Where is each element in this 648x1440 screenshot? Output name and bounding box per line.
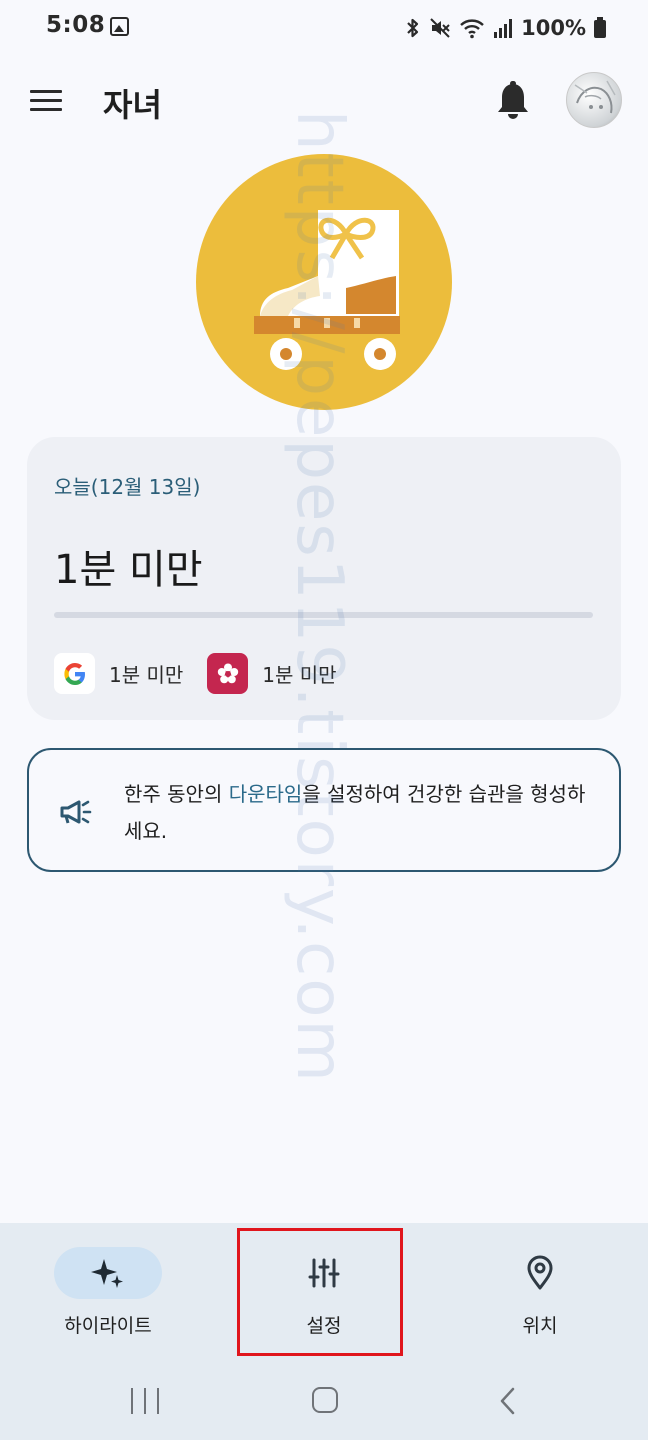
tip-text: 한주 동안의 다운타임을 설정하여 건강한 습관을 형성하세요. xyxy=(124,776,598,850)
sparkle-icon xyxy=(91,1259,123,1288)
status-bar: 5:08 100% xyxy=(0,0,648,56)
battery-icon xyxy=(594,17,606,38)
wifi-icon xyxy=(460,19,484,39)
avatar-image xyxy=(574,80,616,114)
nav-pill-active xyxy=(54,1247,162,1299)
app-usage-time: 1분 미만 xyxy=(262,663,337,687)
tip-prefix: 한주 동안의 xyxy=(124,782,229,806)
status-time: 5:08 xyxy=(46,12,106,38)
bell-icon xyxy=(498,81,528,119)
roller-skate-icon xyxy=(196,154,452,410)
nav-location[interactable]: 위치 xyxy=(432,1247,648,1357)
gallery-notification-icon xyxy=(110,17,129,36)
bluetooth-icon xyxy=(407,18,419,38)
usage-total: 1분 미만 xyxy=(54,547,203,593)
usage-card[interactable]: 오늘(12월 13일) 1분 미만 1분 미만 1분 미만 xyxy=(27,437,621,720)
nav-pill xyxy=(270,1247,378,1299)
location-pin-icon xyxy=(527,1255,553,1290)
app-usage-google[interactable]: 1분 미만 xyxy=(54,653,183,694)
downtime-link[interactable]: 다운타임 xyxy=(229,782,303,806)
status-icons: 100% xyxy=(405,14,606,42)
app-bar: 자녀 xyxy=(0,66,648,138)
megaphone-icon xyxy=(60,800,92,824)
app-usage-time: 1분 미만 xyxy=(109,663,184,687)
page-title: 자녀 xyxy=(103,86,162,124)
nav-highlights[interactable]: 하이라이트 xyxy=(0,1247,216,1357)
nav-label: 하이라이트 xyxy=(64,1315,152,1337)
flower-icon xyxy=(207,653,249,694)
avatar[interactable] xyxy=(566,72,622,128)
nav-label: 위치 xyxy=(522,1315,558,1337)
usage-progress-bar xyxy=(54,612,593,618)
usage-apps: 1분 미만 1분 미만 xyxy=(54,653,337,694)
recents-button[interactable] xyxy=(131,1388,159,1416)
sliders-icon xyxy=(308,1258,340,1288)
app-usage-flower[interactable]: 1분 미만 xyxy=(207,653,337,694)
nav-label: 설정 xyxy=(306,1315,342,1337)
notifications-button[interactable] xyxy=(494,80,532,120)
google-icon xyxy=(54,653,95,694)
menu-button[interactable] xyxy=(28,84,64,118)
hero-illustration xyxy=(196,154,452,410)
nav-settings[interactable]: 설정 xyxy=(216,1247,432,1357)
downtime-tip-card[interactable]: 한주 동안의 다운타임을 설정하여 건강한 습관을 형성하세요. xyxy=(27,748,621,872)
nav-pill xyxy=(486,1247,594,1299)
home-button[interactable] xyxy=(312,1387,338,1413)
battery-text: 100% xyxy=(521,16,586,40)
usage-date: 오늘(12월 13일) xyxy=(54,475,201,499)
signal-icon xyxy=(494,19,513,38)
mute-icon xyxy=(430,18,450,38)
back-button[interactable] xyxy=(498,1386,518,1416)
system-nav-bar xyxy=(0,1372,648,1432)
